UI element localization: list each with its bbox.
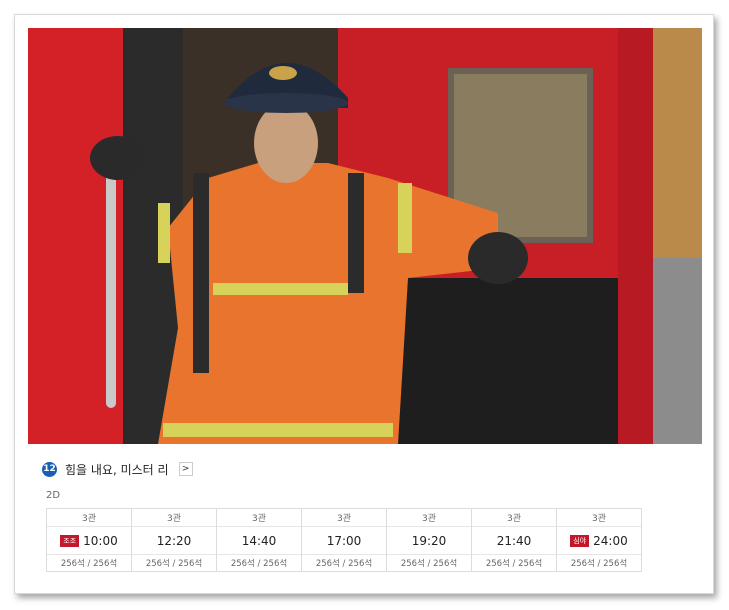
seat-count: 256석 / 256석: [60, 559, 118, 569]
movie-title[interactable]: 힘을 내요, 미스터 리: [65, 461, 169, 478]
showtime-time: 21:40: [472, 527, 556, 555]
hall-label: 3관: [557, 509, 641, 527]
showtime-slot[interactable]: 3관 19:20 256석 / 256석: [387, 509, 472, 572]
time-text: 17:00: [326, 533, 362, 548]
showtime-slot[interactable]: 3관 21:40 256석 / 256석: [472, 509, 557, 572]
showtime-slot[interactable]: 3관 조조 10:00 256석 / 256석: [47, 509, 132, 572]
time-text: 12:20: [156, 533, 192, 548]
movie-detail-button[interactable]: >: [178, 462, 193, 476]
time-text: 14:40: [241, 533, 277, 548]
showtime-time: 심야 24:00: [557, 527, 641, 555]
seat-count: 256석 / 256석: [400, 559, 458, 569]
seat-count: 256석 / 256석: [315, 559, 373, 569]
hall-label: 3관: [47, 509, 131, 527]
seat-count: 256석 / 256석: [485, 559, 543, 569]
showtime-time: 14:40: [217, 527, 301, 555]
movie-still-image: [28, 28, 702, 444]
showtime-slot[interactable]: 3관 심야 24:00 256석 / 256석: [557, 509, 642, 572]
showtime-time: 12:20: [132, 527, 216, 555]
age-rating-badge: 12: [42, 461, 57, 477]
screen-format: 2D: [46, 490, 61, 501]
late-night-tag: 심야: [570, 534, 590, 547]
hall-label: 3관: [302, 509, 386, 527]
showtime-panel: 12 힘을 내요, 미스터 리 > 2D 3관 조조 10:00 256석 / 2…: [28, 446, 702, 584]
time-text: 10:00: [83, 533, 118, 548]
seat-count: 256석 / 256석: [145, 559, 203, 569]
seat-count: 256석 / 256석: [570, 559, 628, 569]
showtime-time: 17:00: [302, 527, 386, 555]
showtime-slot[interactable]: 3관 14:40 256석 / 256석: [217, 509, 302, 572]
early-morning-tag: 조조: [60, 534, 80, 547]
hall-label: 3관: [472, 509, 556, 527]
movie-title-row: 12 힘을 내요, 미스터 리 >: [42, 460, 193, 478]
showtime-slot[interactable]: 3관 17:00 256석 / 256석: [302, 509, 387, 572]
showtime-list: 3관 조조 10:00 256석 / 256석 3관 12:20 256석 / 2…: [46, 508, 642, 572]
showtime-time: 19:20: [387, 527, 471, 555]
time-text: 24:00: [593, 533, 628, 548]
time-text: 19:20: [411, 533, 447, 548]
showtime-slot[interactable]: 3관 12:20 256석 / 256석: [132, 509, 217, 572]
time-text: 21:40: [496, 533, 532, 548]
seat-count: 256석 / 256석: [230, 559, 288, 569]
hall-label: 3관: [387, 509, 471, 527]
hall-label: 3관: [217, 509, 301, 527]
showtime-time: 조조 10:00: [47, 527, 131, 555]
hall-label: 3관: [132, 509, 216, 527]
